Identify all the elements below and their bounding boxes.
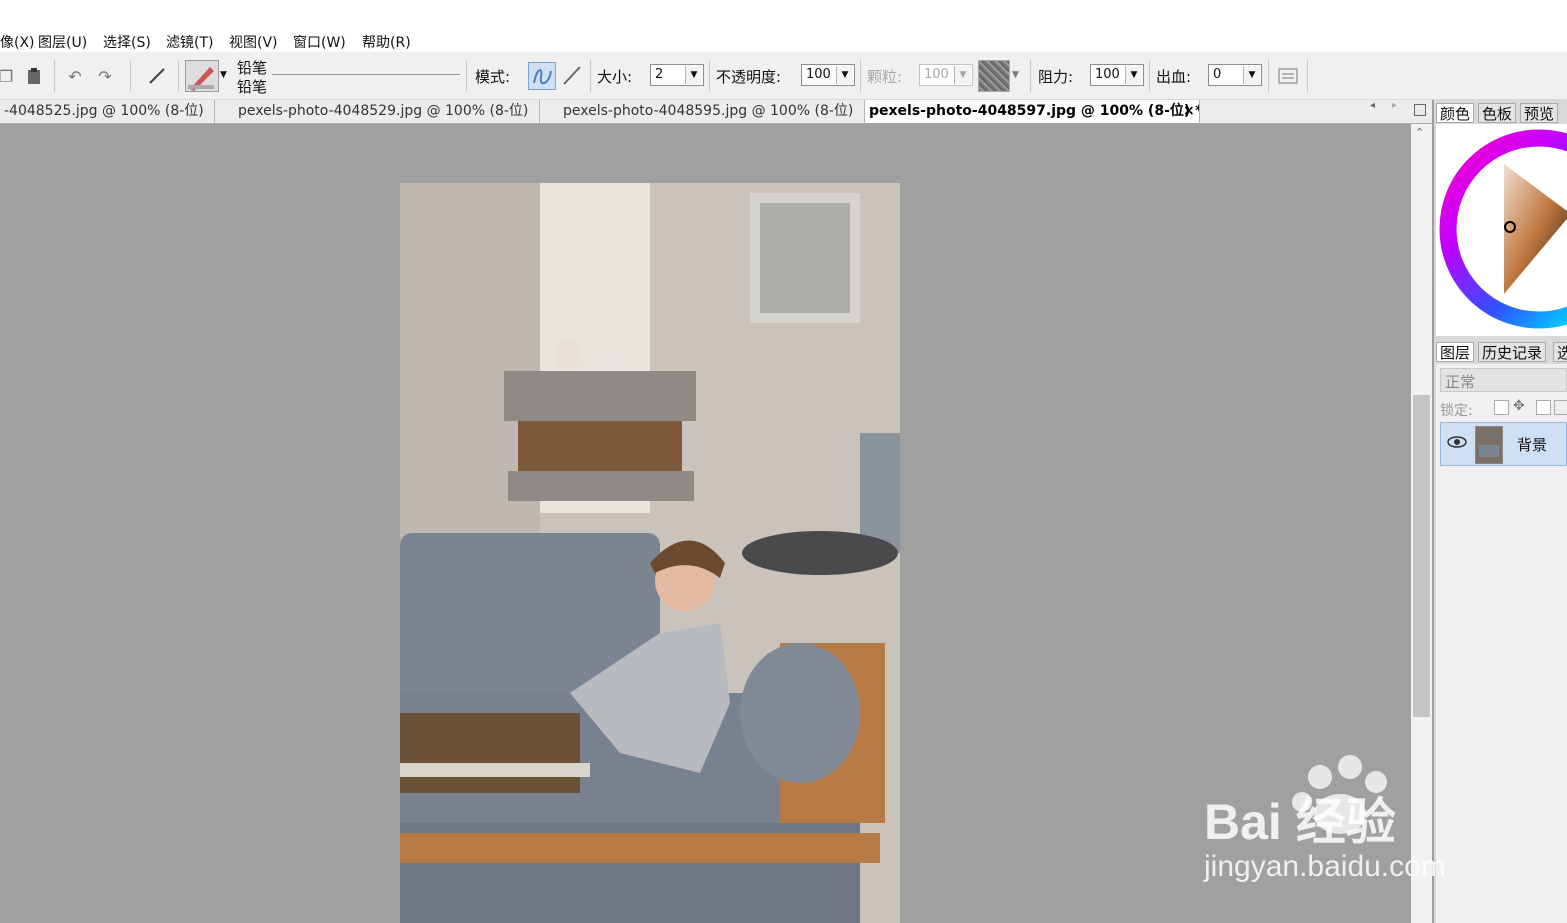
size-value: 2 [655,67,664,82]
color-wheel[interactable] [1436,124,1567,336]
tab-document-1[interactable]: -4048525.jpg @ 100% (8-位) [0,100,215,123]
tab-scroll-left-icon[interactable]: ◂ [1370,100,1375,111]
tab-document-2[interactable]: pexels-photo-4048529.jpg @ 100% (8-位) [215,100,540,123]
bleed-value: 0 [1213,67,1222,82]
size-label: 大小: [597,68,633,86]
layer-name: 背景 [1517,436,1548,454]
tab-scroll-right-icon[interactable]: ▸ [1392,100,1397,111]
tab-label: pexels-photo-4048597.jpg @ 100% (8-位) * [869,103,1200,119]
grain-value: 100 [924,67,949,82]
blend-mode-value: 正常 [1445,373,1476,391]
straight-line-mode-button[interactable] [560,62,584,90]
tab-document-3[interactable]: pexels-photo-4048595.jpg @ 100% (8-位) [540,100,865,123]
move-icon: ✥ [1513,398,1525,414]
color-panel [1436,124,1567,336]
paste-icon[interactable] [22,64,46,88]
brush-tool-icon[interactable] [145,64,169,88]
resist-label: 阻力: [1038,68,1074,86]
options-panel-icon[interactable] [1276,64,1300,88]
lock-image-icon [1554,400,1567,415]
tab-menu-icon[interactable] [1414,104,1426,116]
menu-image[interactable]: 像(X) [0,32,35,52]
menu-layer[interactable]: 图层(U) [38,32,87,52]
mode-label: 模式: [475,68,511,86]
lock-label: 锁定: [1440,403,1473,419]
scrollbar-thumb[interactable] [1413,395,1430,717]
blend-mode-select[interactable]: 正常 [1440,368,1567,392]
resist-value: 100 [1095,67,1120,82]
document-tabs: -4048525.jpg @ 100% (8-位) pexels-photo-4… [0,100,1432,124]
menu-view[interactable]: 视图(V) [229,32,278,52]
tab-label: pexels-photo-4048529.jpg @ 100% (8-位) [238,103,529,119]
copy-icon[interactable]: ❐ [0,64,18,88]
tab-layers[interactable]: 图层 [1436,342,1475,362]
chevron-down-icon[interactable]: ▼ [220,70,227,80]
bleed-label: 出血: [1156,68,1192,86]
layer-thumbnail [1475,426,1503,464]
lock-all-checkbox[interactable] [1536,400,1551,415]
chevron-down-icon[interactable]: ▼ [685,66,702,84]
undo-icon[interactable]: ↶ [63,64,87,88]
grain-input[interactable]: 100 ▼ [919,64,973,86]
resist-input[interactable]: 100 ▼ [1090,64,1144,86]
tab-label: pexels-photo-4048595.jpg @ 100% (8-位) [563,103,854,119]
tab-swatches[interactable]: 色板 [1478,103,1517,123]
menu-help[interactable]: 帮助(R) [362,32,411,52]
chevron-down-icon[interactable]: ▼ [1012,70,1019,80]
menu-filter[interactable]: 滤镜(T) [166,32,213,52]
tab-history[interactable]: 历史记录 [1478,342,1547,362]
opacity-label: 不透明度: [716,68,782,86]
chevron-down-icon[interactable]: ▼ [836,66,853,84]
tab-preview[interactable]: 预览 [1520,103,1559,123]
document-image[interactable] [400,183,900,923]
paper-texture-swatch[interactable] [978,60,1010,92]
tool-options-bar: ❐ ↶ ↷ ▼ 铅笔 铅笔 模式: 大小: 2 ▼ 不透明度: 100 ▼ 颗粒: … [0,52,1567,100]
menu-window[interactable]: 窗口(W) [293,32,346,52]
brush-variant: 铅笔 [237,78,268,96]
scroll-up-icon[interactable]: ⌃ [1415,126,1424,139]
menu-bar: 像(X) 图层(U) 选择(S) 滤镜(T) 视图(V) 窗口(W) 帮助(R) [0,28,1567,52]
chevron-down-icon[interactable]: ▼ [1243,66,1260,84]
tab-label: -4048525.jpg @ 100% (8-位) [4,103,204,119]
layer-row[interactable]: 背景 [1440,422,1567,466]
chevron-down-icon[interactable]: ▼ [1125,66,1142,84]
menu-select[interactable]: 选择(S) [103,32,151,52]
freehand-mode-button[interactable] [528,62,556,90]
opacity-input[interactable]: 100 ▼ [801,64,855,86]
watermark-url: jingyan.baidu.com [1204,850,1446,883]
opacity-value: 100 [806,67,831,82]
baidu-watermark: Bai 经验 jingyan.baidu.com [1200,752,1520,892]
grain-label: 颗粒: [867,68,903,86]
tab-document-4[interactable]: pexels-photo-4048597.jpg @ 100% (8-位) * … [865,100,1200,123]
chevron-down-icon[interactable]: ▼ [954,66,971,84]
size-input[interactable]: 2 ▼ [650,64,704,86]
brush-category: 铅笔 [237,59,268,77]
bleed-input[interactable]: 0 ▼ [1208,64,1262,86]
tab-more[interactable]: 选 [1553,342,1567,362]
close-icon[interactable]: × [1183,100,1195,123]
eye-icon[interactable] [1447,435,1467,453]
watermark-brand: Bai 经验 [1204,794,1396,850]
redo-icon[interactable]: ↷ [93,64,117,88]
tab-color[interactable]: 颜色 [1436,103,1475,123]
brush-preset-picker[interactable] [185,60,219,92]
lock-transparency-checkbox[interactable] [1494,400,1509,415]
